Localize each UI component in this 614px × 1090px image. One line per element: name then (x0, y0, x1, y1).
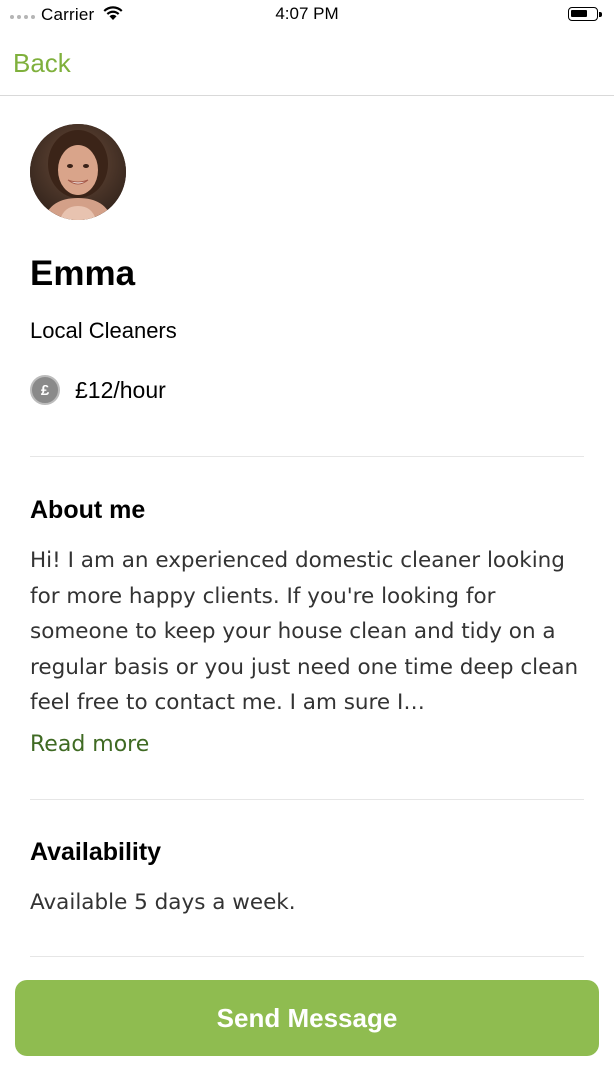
battery-icon (568, 7, 602, 21)
pound-icon: £ (30, 375, 60, 405)
profile-name: Emma (30, 254, 136, 293)
avatar (30, 124, 126, 220)
status-time: 4:07 PM (275, 4, 339, 23)
read-more-link[interactable]: Read more (30, 732, 149, 757)
back-button[interactable]: Back (13, 48, 71, 79)
hourly-rate: £12/hour (75, 376, 166, 403)
availability-text: Available 5 days a week. (30, 890, 296, 915)
send-message-button[interactable]: Send Message (15, 980, 599, 1056)
rate-row: £ £12/hour (30, 375, 166, 405)
company-name: Local Cleaners (30, 318, 177, 343)
divider (30, 956, 584, 957)
status-bar: Carrier 4:07 PM (0, 0, 614, 30)
availability-heading: Availability (30, 838, 162, 866)
divider (30, 799, 584, 800)
about-heading: About me (30, 496, 146, 524)
divider (30, 456, 584, 457)
nav-bar: Back (0, 30, 614, 96)
about-text: Hi! I am an experienced domestic cleaner… (30, 548, 579, 715)
